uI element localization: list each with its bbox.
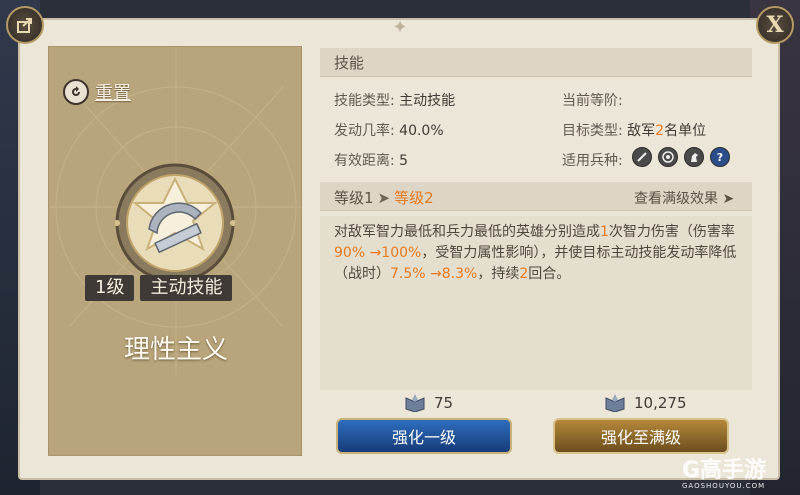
skill-card: 重置 1级 主动技能 理性主义 [48, 46, 302, 456]
desc-part-5: 回合。 [528, 266, 571, 282]
close-button[interactable]: X [756, 6, 794, 44]
section-title: 技能 [334, 54, 365, 72]
watermark-site: GAOSHOUYOU.COM [682, 482, 766, 490]
skill-level-badge: 1级 [85, 275, 135, 301]
target-type-suffix: 名单位 [664, 123, 707, 139]
trigger-rate-value: 40.0% [399, 123, 444, 139]
desc-damage-range: 90% →100% [334, 245, 422, 261]
desc-hit-count: 1 [600, 224, 609, 240]
skill-book-icon [405, 394, 425, 412]
target-type-prefix: 敌军 [627, 123, 656, 139]
view-full-level-link[interactable]: 查看满级效果 ➤ [634, 188, 734, 208]
tab-level-2[interactable]: 等级2 [394, 189, 434, 207]
skill-type-label: 技能类型: [334, 93, 395, 109]
upgrade-max-cost: 10,275 [604, 394, 687, 412]
cavalry-icon[interactable] [684, 147, 704, 167]
range-value: 5 [399, 153, 409, 169]
watermark-brand: G高手游 [682, 458, 767, 483]
trigger-rate-label: 发动几率: [334, 123, 395, 139]
skill-book-icon [605, 394, 625, 412]
skill-type-value: 主动技能 [399, 93, 456, 109]
share-button[interactable] [6, 6, 44, 44]
skill-section-header: 技能 [320, 48, 752, 77]
reset-button[interactable]: 重置 [63, 79, 131, 105]
upgrade-max-button[interactable]: 强化至满级 [553, 418, 729, 454]
panel-ornament-icon: ✦ [392, 17, 408, 38]
target-type-label: 目标类型: [562, 123, 623, 139]
infantry-icon[interactable] [632, 147, 652, 167]
skill-description: 对敌军智力最低和兵力最低的英雄分别造成1次智力伤害（伤害率90% →100%，受… [334, 222, 744, 285]
desc-rounds: 2 [519, 266, 529, 282]
skill-type-row: 技能类型: 主动技能 [334, 90, 455, 110]
level-arrow-icon: ➤ [377, 189, 391, 207]
desc-rate-range: 7.5% →8.3% [390, 266, 478, 282]
archer-icon[interactable] [658, 147, 678, 167]
skill-description-box: 对敌军智力最低和兵力最低的英雄分别造成1次智力伤害（伤害率90% →100%，受… [320, 216, 752, 390]
site-watermark: G高手游 GAOSHOUYOU.COM [682, 452, 766, 490]
skill-type-badge: 主动技能 [140, 275, 233, 301]
reset-label: 重置 [95, 83, 131, 104]
desc-part-2: 次智力伤害（伤害率 [608, 224, 735, 240]
current-rank-label: 当前等阶: [562, 93, 623, 109]
target-type-row: 目标类型: 敌军2名单位 [562, 120, 706, 140]
upgrade-max-cost-value: 10,275 [634, 394, 687, 412]
troop-type-icons: ? [632, 147, 730, 167]
range-label: 有效距离: [334, 153, 395, 169]
trigger-rate-row: 发动几率: 40.0% [334, 120, 444, 140]
skill-emblem-icon [115, 163, 235, 283]
current-rank-row: 当前等阶: [562, 90, 623, 110]
reset-icon [63, 79, 89, 105]
level-tabs: 等级1 ➤ 等级2 [334, 187, 434, 208]
upgrade-one-button[interactable]: 强化一级 [336, 418, 512, 454]
desc-part-4: ，持续 [477, 266, 520, 282]
range-row: 有效距离: 5 [334, 150, 408, 170]
desc-part-1: 对敌军智力最低和兵力最低的英雄分别造成 [334, 224, 600, 240]
unknown-icon[interactable]: ? [710, 147, 730, 167]
upgrade-one-cost: 75 [404, 394, 453, 412]
share-icon [17, 18, 32, 33]
target-type-count: 2 [655, 123, 665, 139]
troop-type-row: 适用兵种: [562, 150, 623, 170]
upgrade-one-cost-value: 75 [434, 394, 454, 412]
tab-level-1[interactable]: 等级1 [334, 189, 374, 207]
skill-name: 理性主义 [123, 335, 228, 365]
close-icon: X [766, 12, 784, 38]
troop-type-label: 适用兵种: [562, 153, 623, 169]
